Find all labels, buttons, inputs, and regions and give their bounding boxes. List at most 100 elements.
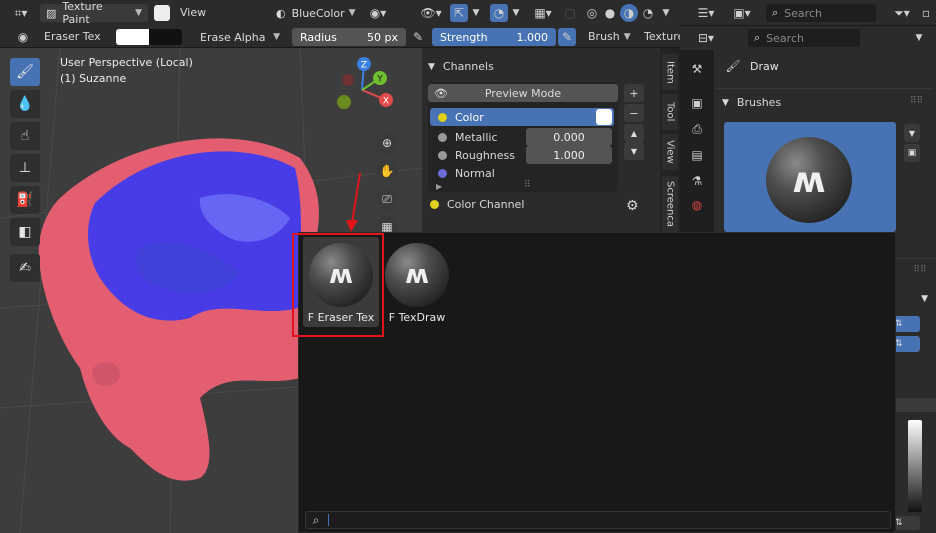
tool-tab-icon[interactable]: ⚒ [688,60,706,78]
camera-icon[interactable]: ⎚ [376,188,398,210]
brush-dropdown-icon[interactable]: ▼ [904,124,920,142]
texture-menu[interactable]: Texture [644,30,684,43]
brush-thumbnail-icon: ʍ [766,137,852,223]
radius-slider[interactable]: Radius 50 px [292,28,406,46]
pressure-toggle-icon[interactable]: ⇅ [892,336,920,352]
brush-menu[interactable]: Brush ▼ [588,30,631,43]
zoom-icon[interactable]: ⊕ [376,132,398,154]
soften-tool-icon[interactable]: 💧 [10,90,40,118]
color-swatch[interactable] [116,29,182,45]
render-tab-icon[interactable]: ▣ [688,94,706,112]
chevron-down-icon[interactable]: ▼ [510,5,522,21]
properties-search-input[interactable]: ⌕ Search [748,29,860,47]
color-swatch[interactable] [596,109,612,125]
brush-image-icon[interactable]: ▣ [904,144,920,162]
pressure-toggle-icon[interactable]: ⇅ [892,316,920,332]
tool-settings-bar: ◉ Eraser Tex Erase Alpha ▼ Radius 50 px … [0,26,684,48]
fill-tool-icon[interactable]: ⛽ [10,186,40,214]
navigation-gizmo[interactable]: Z Y X [326,54,398,126]
active-tool-name: Draw [750,60,779,73]
preview-mode-button[interactable]: 👁 Preview Mode [428,84,618,102]
annotate-tool-icon[interactable]: ✍ [10,254,40,282]
chevron-down-icon[interactable]: ▼ [912,30,926,46]
filter-icon[interactable]: ⏷▾ [888,5,916,21]
channels-header[interactable]: ▼ Channels [428,60,494,73]
brushes-panel-header[interactable]: ▼ Brushes [722,96,781,109]
display-mode-icon[interactable]: ▣▾ [728,5,756,21]
resize-grip-icon[interactable]: ⠿ [524,180,531,190]
tab-view[interactable]: View [662,134,678,170]
strength-slider[interactable]: Strength 1.000 [432,28,556,46]
view-layer-tab-icon[interactable]: ▤ [688,146,706,164]
collapse-arrow-icon: ▼ [428,61,435,72]
shading-dot-icon[interactable]: ◉▾ [364,5,392,21]
outliner-search-input[interactable]: ⌕ Search [766,4,876,22]
search-icon: ⌕ [754,31,761,44]
pressure-toggle-icon[interactable]: ⇅ [892,516,920,530]
tab-screencast[interactable]: Screenca [662,176,678,232]
brushes-title: Brushes [736,96,782,109]
outliner-type-icon[interactable]: ☰▾ [692,5,720,21]
clone-tool-icon[interactable]: ⊥ [10,154,40,182]
visibility-icon[interactable]: 👁▾ [416,5,446,21]
xray-icon[interactable]: ▦▾ [528,5,558,21]
strength-pressure-icon[interactable]: ✎ [558,28,576,46]
preview-mode-label: Preview Mode [484,86,562,100]
chevron-down-icon[interactable]: ▼ [470,5,482,21]
brush-preview[interactable]: ʍ [724,122,896,232]
xray-square-icon[interactable]: ▢ [562,5,578,21]
brush-name[interactable]: Eraser Tex [44,30,101,43]
perspective-label: User Perspective (Local) [60,56,193,69]
editor-type-icon[interactable]: ⌗▾ [6,5,36,21]
radius-label: Radius [300,30,337,44]
material-icon: ◐ [276,6,286,20]
collapse-arrow-icon: ▼ [722,97,729,108]
roughness-value-field[interactable]: 1.000 [526,146,612,164]
drag-grip-icon[interactable]: ⠿⠿ [910,96,923,106]
draw-tool-icon[interactable]: 🖌 [10,58,40,86]
pan-hand-icon[interactable]: ✋ [376,160,398,182]
add-channel-button[interactable]: + [624,84,644,102]
move-up-button[interactable]: ▲ [624,124,644,142]
view-menu[interactable]: View [180,6,206,19]
world-tab-icon[interactable]: ◍ [688,196,706,214]
chevron-down-icon[interactable]: ▼ [896,290,934,308]
rendered-shading-icon[interactable]: ◔ [640,5,656,21]
brush-item-texdraw[interactable]: ʍ F TexDraw [379,237,455,327]
channel-row-color[interactable]: Color [430,108,614,126]
popup-search-input[interactable]: ⌕ [305,511,891,529]
annotation-arrow [351,172,361,224]
color-channel-row[interactable]: Color Channel [430,198,524,211]
tab-tool[interactable]: Tool [662,94,678,130]
properties-type-icon[interactable]: ⊟▾ [694,30,718,46]
remove-channel-button[interactable]: − [624,104,644,122]
metallic-value-field[interactable]: 0.000 [526,128,612,146]
output-tab-icon[interactable]: ⎙ [688,120,706,138]
material-dropdown[interactable]: ◐ BlueColor ▼ [270,4,358,22]
brush-thumbnail-icon: ʍ [385,243,449,307]
overlay-toggle-icon[interactable]: ◔ [490,4,508,22]
channel-color-dot [438,150,447,160]
mask-tool-icon[interactable]: ◧ [10,218,40,246]
blend-mode-dropdown[interactable]: Erase Alpha ▼ [194,28,286,46]
scene-tab-icon[interactable]: ⚗ [688,172,706,190]
wireframe-shading-icon[interactable]: ◎ [584,5,600,21]
channel-row-normal[interactable]: Normal [430,164,614,182]
move-down-button[interactable]: ▼ [624,142,644,160]
solid-shading-icon[interactable]: ● [602,5,618,21]
texture-slot-icon[interactable] [154,5,170,21]
smear-tool-icon[interactable]: ☝ [10,122,40,150]
chevron-down-icon[interactable]: ▼ [660,5,672,21]
gizmo-toggle-icon[interactable]: ⇱ [450,4,468,22]
expand-arrow-icon[interactable]: ▶ [436,182,442,191]
material-shading-icon[interactable]: ◑ [620,4,638,22]
channel-name: Roughness [455,148,516,162]
channel-color-dot [430,200,439,209]
tab-item[interactable]: Item [662,54,678,90]
drag-grip-icon[interactable]: ⠿⠿ [910,264,930,276]
pressure-pen-icon[interactable]: ✎ [410,29,426,45]
new-collection-icon[interactable]: ▫ [920,5,932,21]
gear-icon[interactable]: ⚙ [626,198,639,214]
value-slider[interactable] [908,420,922,512]
mode-dropdown[interactable]: ▨ Texture Paint ▼ [40,0,148,26]
